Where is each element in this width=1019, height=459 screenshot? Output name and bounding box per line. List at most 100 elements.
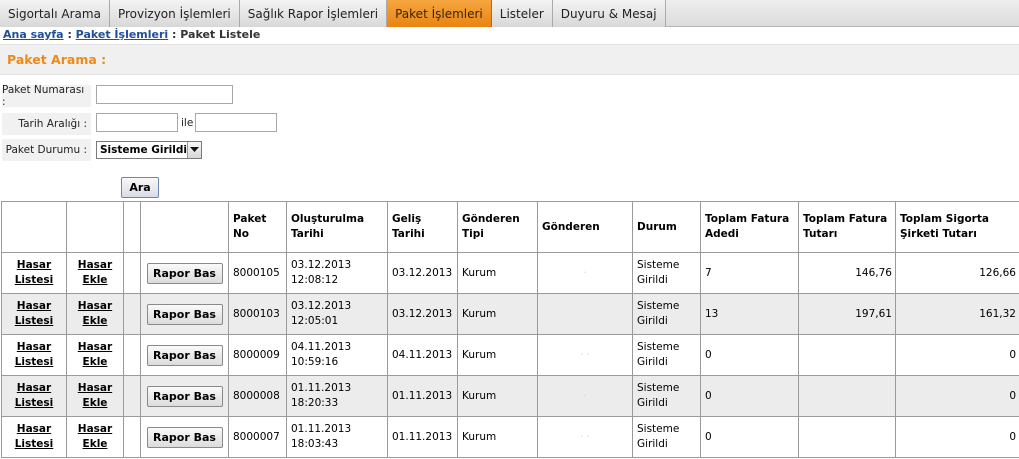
- tab-bar-filler: [666, 0, 1019, 26]
- hasar-listesi-link[interactable]: Hasar Listesi: [15, 259, 54, 286]
- paket-durumu-selected-value: Sisteme Girildi: [100, 144, 187, 156]
- tarih-start-input[interactable]: [96, 113, 178, 132]
- header-empty: [140, 201, 229, 253]
- empty-cell: [123, 293, 141, 335]
- header-empty: [66, 201, 124, 253]
- rapor-bas-cell: Rapor Bas: [140, 375, 229, 417]
- hasar-ekle-link[interactable]: Hasar Ekle: [78, 300, 112, 327]
- breadcrumb-section-link[interactable]: Paket İşlemleri: [76, 28, 169, 41]
- fatura-adedi-cell: 0: [700, 375, 799, 417]
- rapor-bas-button[interactable]: Rapor Bas: [146, 426, 223, 448]
- header-empty: [1, 201, 67, 253]
- hasar-listesi-cell: Hasar Listesi: [1, 375, 67, 417]
- header-gonderen[interactable]: Gönderen: [537, 201, 633, 253]
- fatura-adedi-cell: 0: [700, 416, 799, 458]
- tarih-between-label: ile: [181, 117, 194, 129]
- durum-cell: Sisteme Girildi: [632, 252, 701, 294]
- gonderen-cell: · ·: [537, 334, 633, 376]
- olusturulma-cell: 01.11.2013 18:20:33: [286, 375, 388, 417]
- header-gelis-tarihi[interactable]: Geliş Tarihi: [387, 201, 458, 253]
- sigorta-tutari-cell: 0: [895, 416, 1019, 458]
- sigorta-tutari-cell: 0: [895, 375, 1019, 417]
- hasar-ekle-link[interactable]: Hasar Ekle: [78, 259, 112, 286]
- gonderen-cell: ·: [537, 252, 633, 294]
- rapor-bas-cell: Rapor Bas: [140, 252, 229, 294]
- paket-list-table: Paket No Oluşturulma Tarihi Geliş Tarihi…: [1, 201, 1019, 458]
- gonderen-cell: ·: [537, 375, 633, 417]
- gelis-cell: 01.11.2013: [387, 416, 458, 458]
- paket-durumu-select[interactable]: Sisteme Girildi: [96, 141, 202, 159]
- olusturulma-cell: 01.11.2013 18:03:43: [286, 416, 388, 458]
- table-row: Hasar Listesi Hasar Ekle Rapor Bas 80001…: [1, 252, 1019, 294]
- gelis-cell: 03.12.2013: [387, 252, 458, 294]
- olusturulma-cell: 03.12.2013 12:05:01: [286, 293, 388, 335]
- tab-listeler[interactable]: Listeler: [491, 0, 553, 27]
- header-gonderen-tipi[interactable]: Gönderen Tipi: [457, 201, 538, 253]
- header-toplam-sigorta-tutari[interactable]: Toplam Sigorta Şirketi Tutarı: [895, 201, 1019, 253]
- gonderen-tipi-cell: Kurum: [457, 416, 538, 458]
- empty-cell: [123, 375, 141, 417]
- breadcrumb-home-link[interactable]: Ana sayfa: [3, 28, 64, 41]
- hasar-listesi-cell: Hasar Listesi: [1, 334, 67, 376]
- table-row: Hasar Listesi Hasar Ekle Rapor Bas 80000…: [1, 416, 1019, 458]
- hasar-listesi-link[interactable]: Hasar Listesi: [15, 382, 54, 409]
- paket-no-cell: 8000008: [228, 375, 287, 417]
- tarih-end-input[interactable]: [195, 113, 277, 132]
- paket-durumu-label: Paket Durumu :: [2, 139, 91, 161]
- ara-button[interactable]: Ara: [121, 177, 159, 198]
- fatura-tutari-cell: [798, 416, 896, 458]
- header-durum[interactable]: Durum: [632, 201, 701, 253]
- tab-paket-islemleri[interactable]: Paket İşlemleri: [387, 0, 492, 27]
- empty-cell: [123, 334, 141, 376]
- hasar-listesi-link[interactable]: Hasar Listesi: [15, 341, 54, 368]
- tab-saglik-rapor-islemleri[interactable]: Sağlık Rapor İşlemleri: [239, 0, 388, 27]
- hasar-ekle-cell: Hasar Ekle: [66, 293, 124, 335]
- durum-cell: Sisteme Girildi: [632, 375, 701, 417]
- hasar-listesi-link[interactable]: Hasar Listesi: [15, 300, 54, 327]
- gonderen-tipi-cell: Kurum: [457, 293, 538, 335]
- hasar-ekle-link[interactable]: Hasar Ekle: [78, 341, 112, 368]
- rapor-bas-button[interactable]: Rapor Bas: [146, 262, 223, 284]
- hasar-ekle-cell: Hasar Ekle: [66, 375, 124, 417]
- table-row: Hasar Listesi Hasar Ekle Rapor Bas 80001…: [1, 293, 1019, 335]
- tarih-araligi-label: Tarih Aralığı :: [2, 113, 91, 135]
- fatura-tutari-cell: 146,76: [798, 252, 896, 294]
- header-paket-no[interactable]: Paket No: [228, 201, 287, 253]
- hasar-ekle-link[interactable]: Hasar Ekle: [78, 382, 112, 409]
- tab-provizyon-islemleri[interactable]: Provizyon İşlemleri: [109, 0, 240, 27]
- paket-no-input[interactable]: [96, 85, 233, 104]
- main-tab-bar: Sigortalı Arama Provizyon İşlemleri Sağl…: [0, 0, 1019, 27]
- durum-cell: Sisteme Girildi: [632, 416, 701, 458]
- header-empty: [123, 201, 141, 253]
- gonderen-cell: · ·: [537, 416, 633, 458]
- fatura-adedi-cell: 0: [700, 334, 799, 376]
- hasar-listesi-link[interactable]: Hasar Listesi: [15, 423, 54, 450]
- rapor-bas-button[interactable]: Rapor Bas: [146, 385, 223, 407]
- gonderen-tipi-cell: Kurum: [457, 375, 538, 417]
- gelis-cell: 03.12.2013: [387, 293, 458, 335]
- header-toplam-fatura-adedi[interactable]: Toplam Fatura Adedi: [700, 201, 799, 253]
- rapor-bas-button[interactable]: Rapor Bas: [146, 303, 223, 325]
- sigorta-tutari-cell: 161,32: [895, 293, 1019, 335]
- rapor-bas-cell: Rapor Bas: [140, 416, 229, 458]
- rapor-bas-button[interactable]: Rapor Bas: [146, 344, 223, 366]
- gonderen-tipi-cell: Kurum: [457, 334, 538, 376]
- hasar-listesi-cell: Hasar Listesi: [1, 416, 67, 458]
- durum-cell: Sisteme Girildi: [632, 293, 701, 335]
- chevron-down-icon[interactable]: [186, 142, 201, 158]
- olusturulma-cell: 03.12.2013 12:08:12: [286, 252, 388, 294]
- tab-sigortali-arama[interactable]: Sigortalı Arama: [0, 0, 110, 27]
- header-toplam-fatura-tutari[interactable]: Toplam Fatura Tutarı: [798, 201, 896, 253]
- search-section-title: Paket Arama :: [0, 44, 1019, 75]
- breadcrumb-separator: :: [168, 28, 181, 41]
- hasar-ekle-cell: Hasar Ekle: [66, 252, 124, 294]
- empty-cell: [123, 416, 141, 458]
- fatura-tutari-cell: [798, 334, 896, 376]
- table-row: Hasar Listesi Hasar Ekle Rapor Bas 80000…: [1, 375, 1019, 417]
- header-olusturulma-tarihi[interactable]: Oluşturulma Tarihi: [286, 201, 388, 253]
- hasar-ekle-link[interactable]: Hasar Ekle: [78, 423, 112, 450]
- tab-duyuru-mesaj[interactable]: Duyuru & Mesaj: [552, 0, 666, 27]
- search-form: Paket Numarası : Tarih Aralığı : ile Pak…: [0, 75, 1019, 203]
- hasar-ekle-cell: Hasar Ekle: [66, 334, 124, 376]
- hasar-listesi-cell: Hasar Listesi: [1, 252, 67, 294]
